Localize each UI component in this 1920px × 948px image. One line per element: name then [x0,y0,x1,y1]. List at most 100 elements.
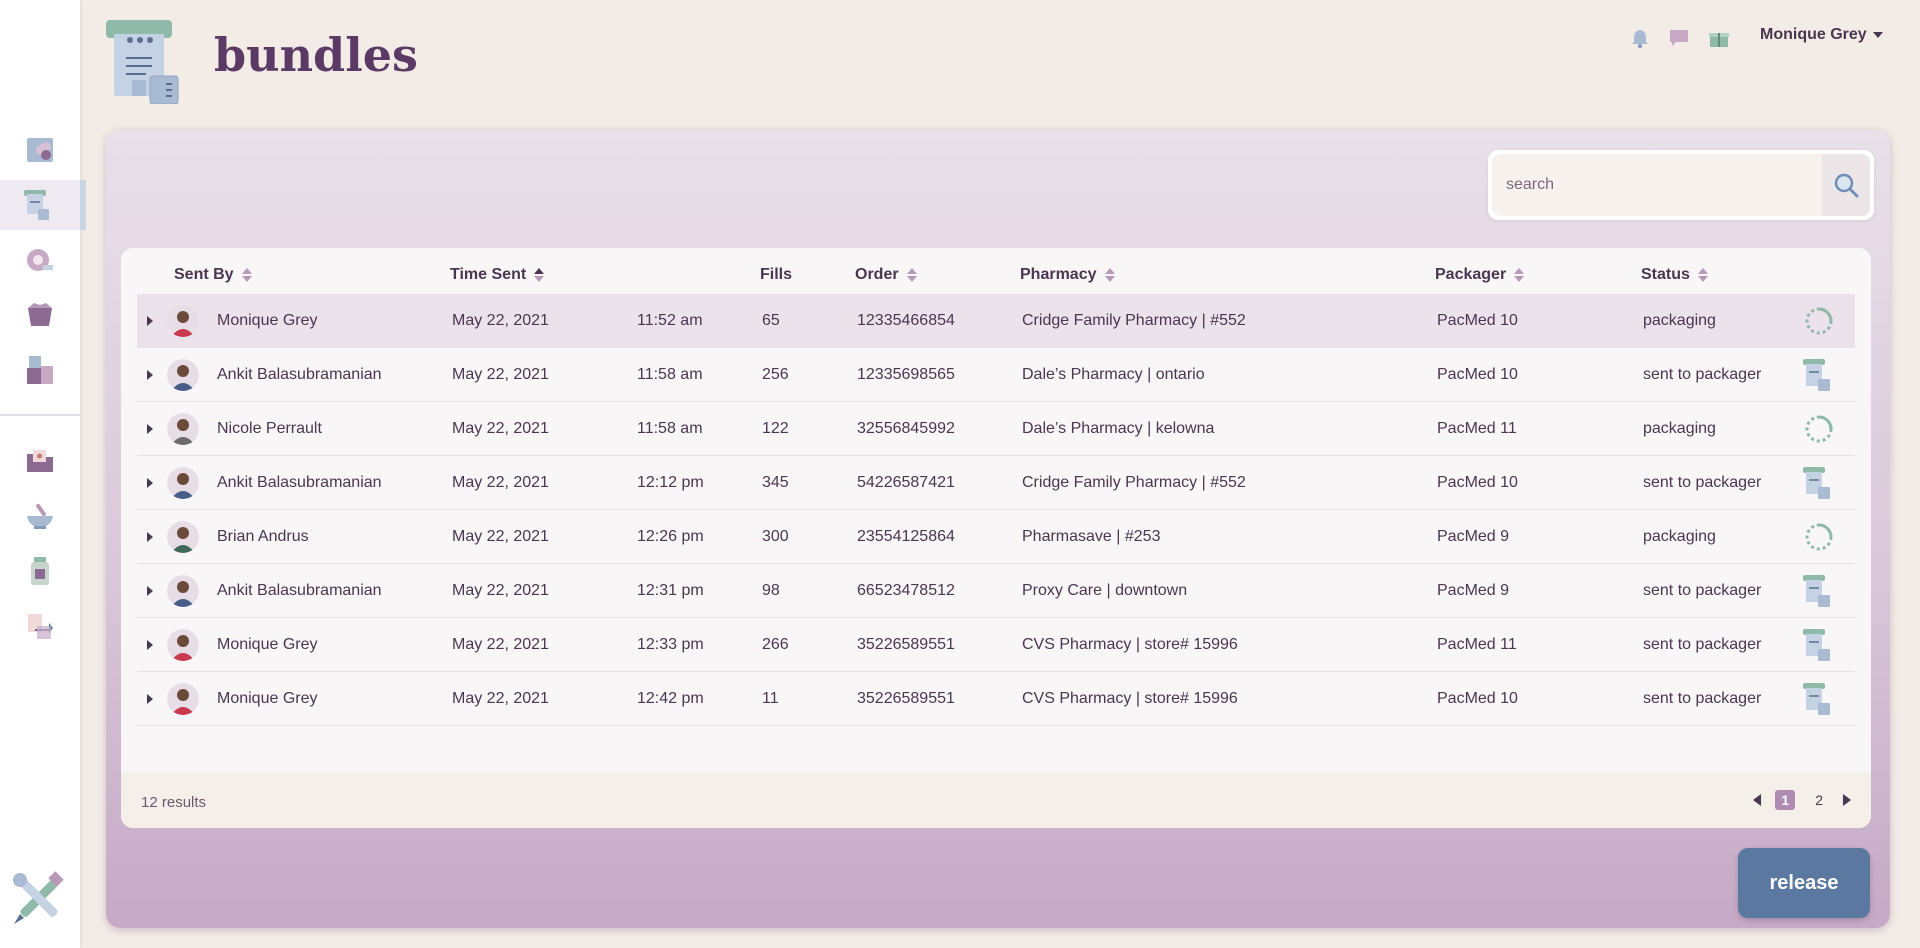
chat-icon [1670,30,1688,46]
column-header-fills: Fills [760,266,793,283]
packager-icon [1802,466,1832,505]
column-header-packager[interactable]: Packager [1435,266,1525,284]
order-number: 12335466854 [857,312,955,329]
user-menu[interactable]: Monique Grey [1760,26,1883,44]
sidebar-item-folder[interactable] [0,436,86,486]
search-button[interactable] [1822,154,1870,216]
sort-icon [241,268,252,282]
expand-row-icon[interactable] [147,370,153,380]
sent-by: Monique Grey [217,636,318,653]
sidebar-item-tools[interactable] [8,868,70,930]
expand-row-icon[interactable] [147,478,153,488]
packager: PacMed 9 [1437,528,1510,545]
column-header-status[interactable]: Status [1641,266,1708,284]
table-row[interactable]: Ankit Balasubramanian May 22, 2021 12:12 p… [137,456,1855,510]
time-sent: 12:33 pm [637,636,704,653]
packager: PacMed 10 [1437,690,1518,707]
search-icon [1834,173,1859,198]
sidebar-item-tape[interactable] [0,235,86,285]
page-1[interactable]: 1 [1775,790,1796,810]
time-sent: 12:42 pm [637,690,704,707]
table-row[interactable]: Ankit Balasubramanian May 22, 2021 12:31 p… [137,564,1855,618]
sidebar-item-transfer[interactable] [0,601,86,651]
release-button[interactable]: release [1738,848,1870,918]
bundles-icon [24,190,49,220]
column-header-time-sent[interactable]: Time Sent [450,266,545,284]
avatar [167,413,199,445]
sent-by: Ankit Balasubramanian [217,366,382,383]
fills: 345 [762,474,789,491]
bell-icon [1632,30,1648,48]
pharmacy: Dale’s Pharmacy | kelowna [1022,420,1215,437]
fills: 256 [762,366,789,383]
packager-icon [1802,358,1832,397]
sidebar-item-mortar[interactable] [0,491,86,541]
expand-row-icon[interactable] [147,586,153,596]
status: sent to packager [1643,474,1762,491]
pharmacy: CVS Pharmacy | store# 15996 [1022,690,1238,707]
next-page-icon[interactable] [1843,794,1851,806]
table-row[interactable]: Nicole Perrault May 22, 2021 11:58 am 122 32… [137,402,1855,456]
pharmacy: CVS Pharmacy | store# 15996 [1022,636,1238,653]
time-sent: 12:31 pm [637,582,704,599]
search-box [1488,150,1874,220]
chevron-down-icon [1872,32,1883,38]
sort-ascending-icon [534,268,545,282]
page-title: bundles [214,28,418,82]
page-2[interactable]: 2 [1809,790,1829,810]
avatar [167,575,199,607]
packager: PacMed 9 [1437,582,1510,599]
notifications-button[interactable] [1629,28,1651,48]
spinner-icon [1802,412,1836,451]
expand-row-icon[interactable] [147,424,153,434]
date-sent: May 22, 2021 [452,690,549,707]
avatar [167,629,199,661]
column-header-sent-by[interactable]: Sent By [174,266,252,284]
sent-by: Monique Grey [217,690,318,707]
sort-icon [1514,268,1525,282]
pharmacy: Dale’s Pharmacy | ontario [1022,366,1205,383]
search-input[interactable] [1492,154,1822,216]
order-number: 54226587421 [857,474,955,491]
pagination: 1 2 [1753,790,1851,810]
sidebar [0,0,86,948]
table-row[interactable]: Monique Grey May 22, 2021 11:52 am 65 123354… [137,294,1855,348]
order-number: 66523478512 [857,582,955,599]
pharmacy: Cridge Family Pharmacy | #552 [1022,474,1246,491]
gifts-button[interactable] [1708,28,1730,48]
order-number: 12335698565 [857,366,955,383]
status: sent to packager [1643,366,1762,383]
spinner-icon [1802,304,1836,343]
sent-by: Brian Andrus [217,528,309,545]
time-sent: 12:12 pm [637,474,704,491]
table-footer: 12 results 1 2 [121,772,1871,828]
sidebar-item-box[interactable] [0,290,86,340]
packager: PacMed 11 [1437,636,1517,653]
expand-row-icon[interactable] [147,316,153,326]
fills: 122 [762,420,789,437]
date-sent: May 22, 2021 [452,528,549,545]
sidebar-item-stack[interactable] [0,345,86,395]
pharmacy: Pharmasave | #253 [1022,528,1161,545]
prev-page-icon[interactable] [1753,794,1762,806]
expand-row-icon[interactable] [147,694,153,704]
order-number: 32556845992 [857,420,955,437]
table-row[interactable]: Brian Andrus May 22, 2021 12:26 pm 300 23554… [137,510,1855,564]
messages-button[interactable] [1668,28,1690,48]
time-sent: 12:26 pm [637,528,704,545]
sidebar-item-pills[interactable] [0,125,86,175]
column-header-order[interactable]: Order [855,266,917,284]
expand-row-icon[interactable] [147,532,153,542]
column-header-pharmacy[interactable]: Pharmacy [1020,266,1115,284]
table-row[interactable]: Monique Grey May 22, 2021 12:42 pm 11 352265… [137,672,1855,726]
table-row[interactable]: Monique Grey May 22, 2021 12:33 pm 266 35226… [137,618,1855,672]
expand-row-icon[interactable] [147,640,153,650]
sidebar-item-bundles[interactable] [0,180,86,230]
results-count: 12 results [141,794,207,811]
table-row[interactable]: Ankit Balasubramanian May 22, 2021 11:58 a… [137,348,1855,402]
order-number: 23554125864 [857,528,955,545]
sidebar-item-bottle[interactable] [0,546,86,596]
pharmacy: Proxy Care | downtown [1022,582,1188,599]
sort-icon [1697,268,1708,282]
packager-icon [1802,628,1832,667]
